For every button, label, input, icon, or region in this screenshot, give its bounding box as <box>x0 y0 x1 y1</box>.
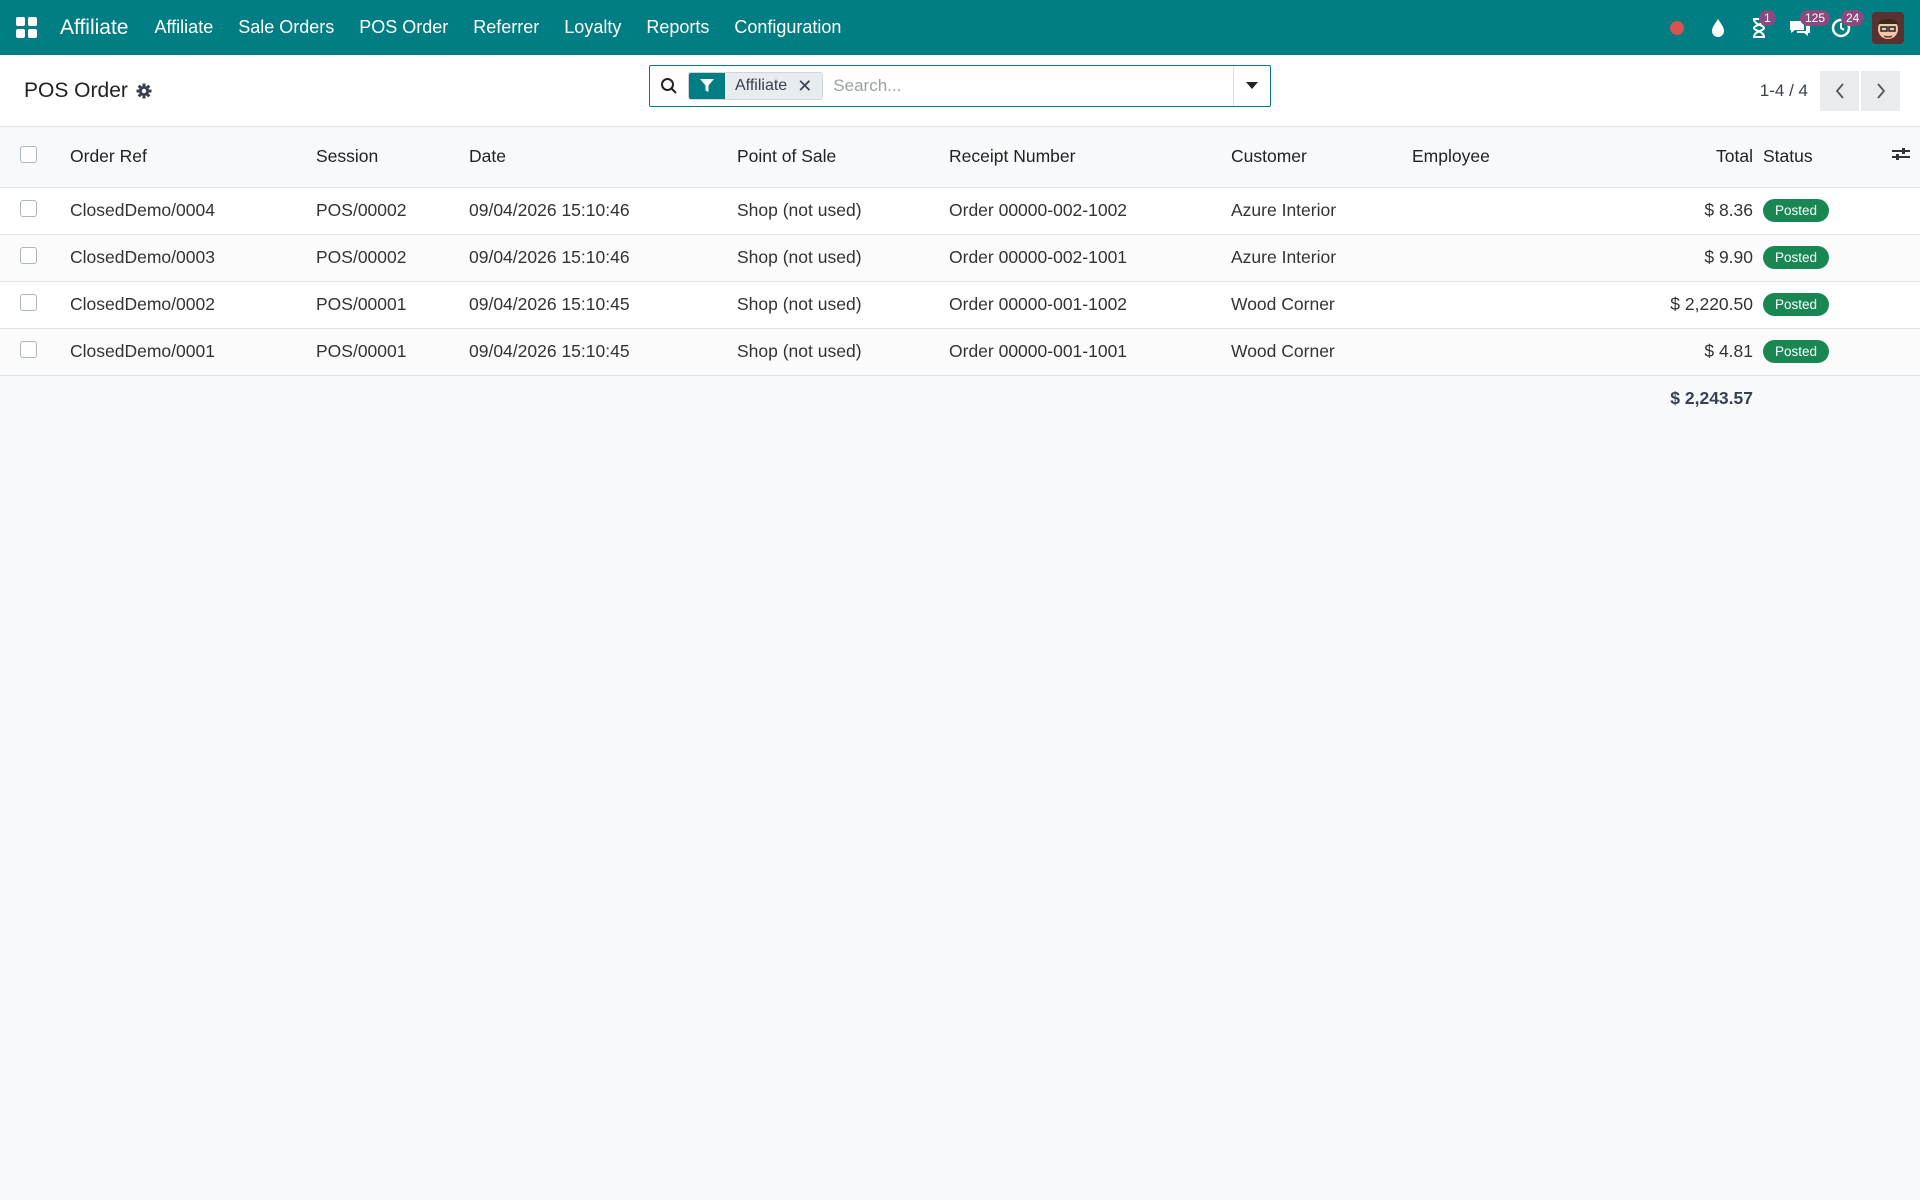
cell-date: 09/04/2026 15:10:45 <box>469 281 737 329</box>
cell-total: $ 2,220.50 <box>1593 281 1763 329</box>
column-customer[interactable]: Customer <box>1231 127 1412 188</box>
select-all-checkbox[interactable] <box>20 145 37 163</box>
status-badge: Posted <box>1763 293 1830 316</box>
cell-total: $ 8.36 <box>1593 187 1763 235</box>
cell-receipt-number: Order 00000-002-1001 <box>949 234 1231 282</box>
cell-employee <box>1412 234 1593 282</box>
hourglass-icon[interactable]: 1 <box>1740 9 1778 47</box>
cell-order-ref: ClosedDemo/0002 <box>70 281 316 329</box>
table-row[interactable]: ClosedDemo/0004 POS/00002 09/04/2026 15:… <box>0 187 1920 235</box>
activities-clock-icon[interactable]: 24 <box>1822 9 1865 47</box>
apps-menu-icon[interactable] <box>16 16 38 39</box>
user-avatar[interactable] <box>1872 11 1904 44</box>
cell-customer: Wood Corner <box>1231 328 1412 376</box>
cell-total: $ 9.90 <box>1593 234 1763 282</box>
pager-previous-button[interactable] <box>1820 70 1859 111</box>
cell-employee <box>1412 281 1593 329</box>
totals-row: $ 2,243.57 <box>0 375 1920 422</box>
cell-point-of-sale: Shop (not used) <box>737 187 949 235</box>
grand-total: $ 2,243.57 <box>1593 375 1763 422</box>
cell-customer: Wood Corner <box>1231 281 1412 329</box>
column-total[interactable]: Total <box>1593 127 1763 188</box>
cell-session: POS/00001 <box>316 281 469 329</box>
select-all-cell <box>0 127 70 188</box>
menu-loyalty[interactable]: Loyalty <box>564 17 621 38</box>
cell-session: POS/00002 <box>316 187 469 235</box>
optional-columns-icon[interactable] <box>1873 127 1920 188</box>
search-icon[interactable] <box>650 77 688 95</box>
filter-facet: Affiliate ✕ <box>688 72 824 100</box>
table-row[interactable]: ClosedDemo/0002 POS/00001 09/04/2026 15:… <box>0 281 1920 329</box>
droplet-icon[interactable] <box>1699 9 1737 47</box>
filter-icon <box>689 73 725 99</box>
table-row[interactable]: ClosedDemo/0003 POS/00002 09/04/2026 15:… <box>0 234 1920 282</box>
gear-icon[interactable] <box>136 83 152 99</box>
cell-point-of-sale: Shop (not used) <box>737 234 949 282</box>
column-date[interactable]: Date <box>469 127 737 188</box>
cell-employee <box>1412 187 1593 235</box>
menu-affiliate[interactable]: Affiliate <box>155 17 214 38</box>
app-brand[interactable]: Affiliate <box>60 16 129 40</box>
activity-badge: 1 <box>1759 9 1776 26</box>
column-employee[interactable]: Employee <box>1412 127 1593 188</box>
cell-point-of-sale: Shop (not used) <box>737 281 949 329</box>
messages-icon[interactable]: 125 <box>1781 9 1831 47</box>
cell-employee <box>1412 328 1593 376</box>
facet-remove-icon[interactable]: ✕ <box>797 73 823 99</box>
search-input[interactable] <box>823 76 1233 96</box>
cell-order-ref: ClosedDemo/0003 <box>70 234 316 282</box>
status-badge: Posted <box>1763 246 1830 269</box>
cell-order-ref: ClosedDemo/0004 <box>70 187 316 235</box>
control-panel: POS Order Affiliate ✕ 1-4 / 4 <box>0 55 1920 127</box>
cell-date: 09/04/2026 15:10:46 <box>469 187 737 235</box>
facet-label: Affiliate <box>725 73 798 99</box>
menu-reports[interactable]: Reports <box>646 17 709 38</box>
status-badge: Posted <box>1763 340 1830 363</box>
pager: 1-4 / 4 <box>1760 70 1900 111</box>
cell-receipt-number: Order 00000-001-1002 <box>949 281 1231 329</box>
pager-next-button[interactable] <box>1861 70 1900 111</box>
menu-referrer[interactable]: Referrer <box>473 17 539 38</box>
row-checkbox[interactable] <box>20 293 37 311</box>
column-order-ref[interactable]: Order Ref <box>70 127 316 188</box>
cell-customer: Azure Interior <box>1231 234 1412 282</box>
page-title[interactable]: POS Order <box>24 79 128 103</box>
cell-total: $ 4.81 <box>1593 328 1763 376</box>
cell-date: 09/04/2026 15:10:45 <box>469 328 737 376</box>
pos-order-list: Order Ref Session Date Point of Sale Rec… <box>0 127 1920 422</box>
systray: 1 125 24 <box>1655 0 1920 55</box>
top-navbar: Affiliate Affiliate Sale Orders POS Orde… <box>0 0 1920 55</box>
recording-dot-icon[interactable] <box>1658 9 1696 47</box>
column-status[interactable]: Status <box>1763 127 1873 188</box>
cell-receipt-number: Order 00000-002-1002 <box>949 187 1231 235</box>
column-session[interactable]: Session <box>316 127 469 188</box>
cell-session: POS/00002 <box>316 234 469 282</box>
row-checkbox[interactable] <box>20 340 37 358</box>
search-bar: Affiliate ✕ <box>649 65 1271 107</box>
menu-pos-order[interactable]: POS Order <box>359 17 448 38</box>
table-row[interactable]: ClosedDemo/0001 POS/00001 09/04/2026 15:… <box>0 328 1920 376</box>
column-point-of-sale[interactable]: Point of Sale <box>737 127 949 188</box>
pager-value[interactable]: 1-4 / 4 <box>1760 81 1808 101</box>
row-checkbox[interactable] <box>20 199 37 217</box>
menu-configuration[interactable]: Configuration <box>734 17 841 38</box>
search-options-toggle[interactable] <box>1233 66 1270 106</box>
cell-order-ref: ClosedDemo/0001 <box>70 328 316 376</box>
menu-sale-orders[interactable]: Sale Orders <box>238 17 334 38</box>
cell-date: 09/04/2026 15:10:46 <box>469 234 737 282</box>
column-receipt-number[interactable]: Receipt Number <box>949 127 1231 188</box>
activities-badge: 24 <box>1841 9 1865 26</box>
cell-customer: Azure Interior <box>1231 187 1412 235</box>
table-header-row: Order Ref Session Date Point of Sale Rec… <box>0 127 1920 188</box>
cell-point-of-sale: Shop (not used) <box>737 328 949 376</box>
row-checkbox[interactable] <box>20 246 37 264</box>
cell-session: POS/00001 <box>316 328 469 376</box>
status-badge: Posted <box>1763 199 1830 222</box>
cell-receipt-number: Order 00000-001-1001 <box>949 328 1231 376</box>
